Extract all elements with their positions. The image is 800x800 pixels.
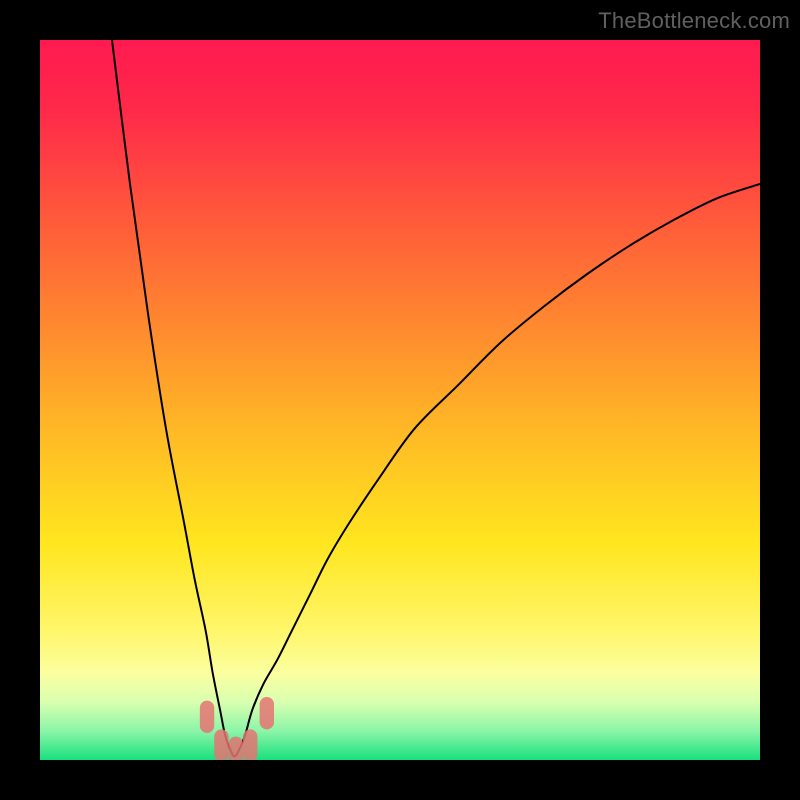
gradient-background (40, 40, 760, 760)
highlight-marker (200, 701, 214, 733)
highlight-marker (214, 729, 228, 760)
highlight-marker (243, 729, 257, 760)
watermark-text: TheBottleneck.com (598, 8, 790, 34)
highlight-marker (229, 737, 243, 760)
highlight-marker (260, 697, 274, 729)
chart-svg (40, 40, 760, 760)
chart-frame: TheBottleneck.com (0, 0, 800, 800)
